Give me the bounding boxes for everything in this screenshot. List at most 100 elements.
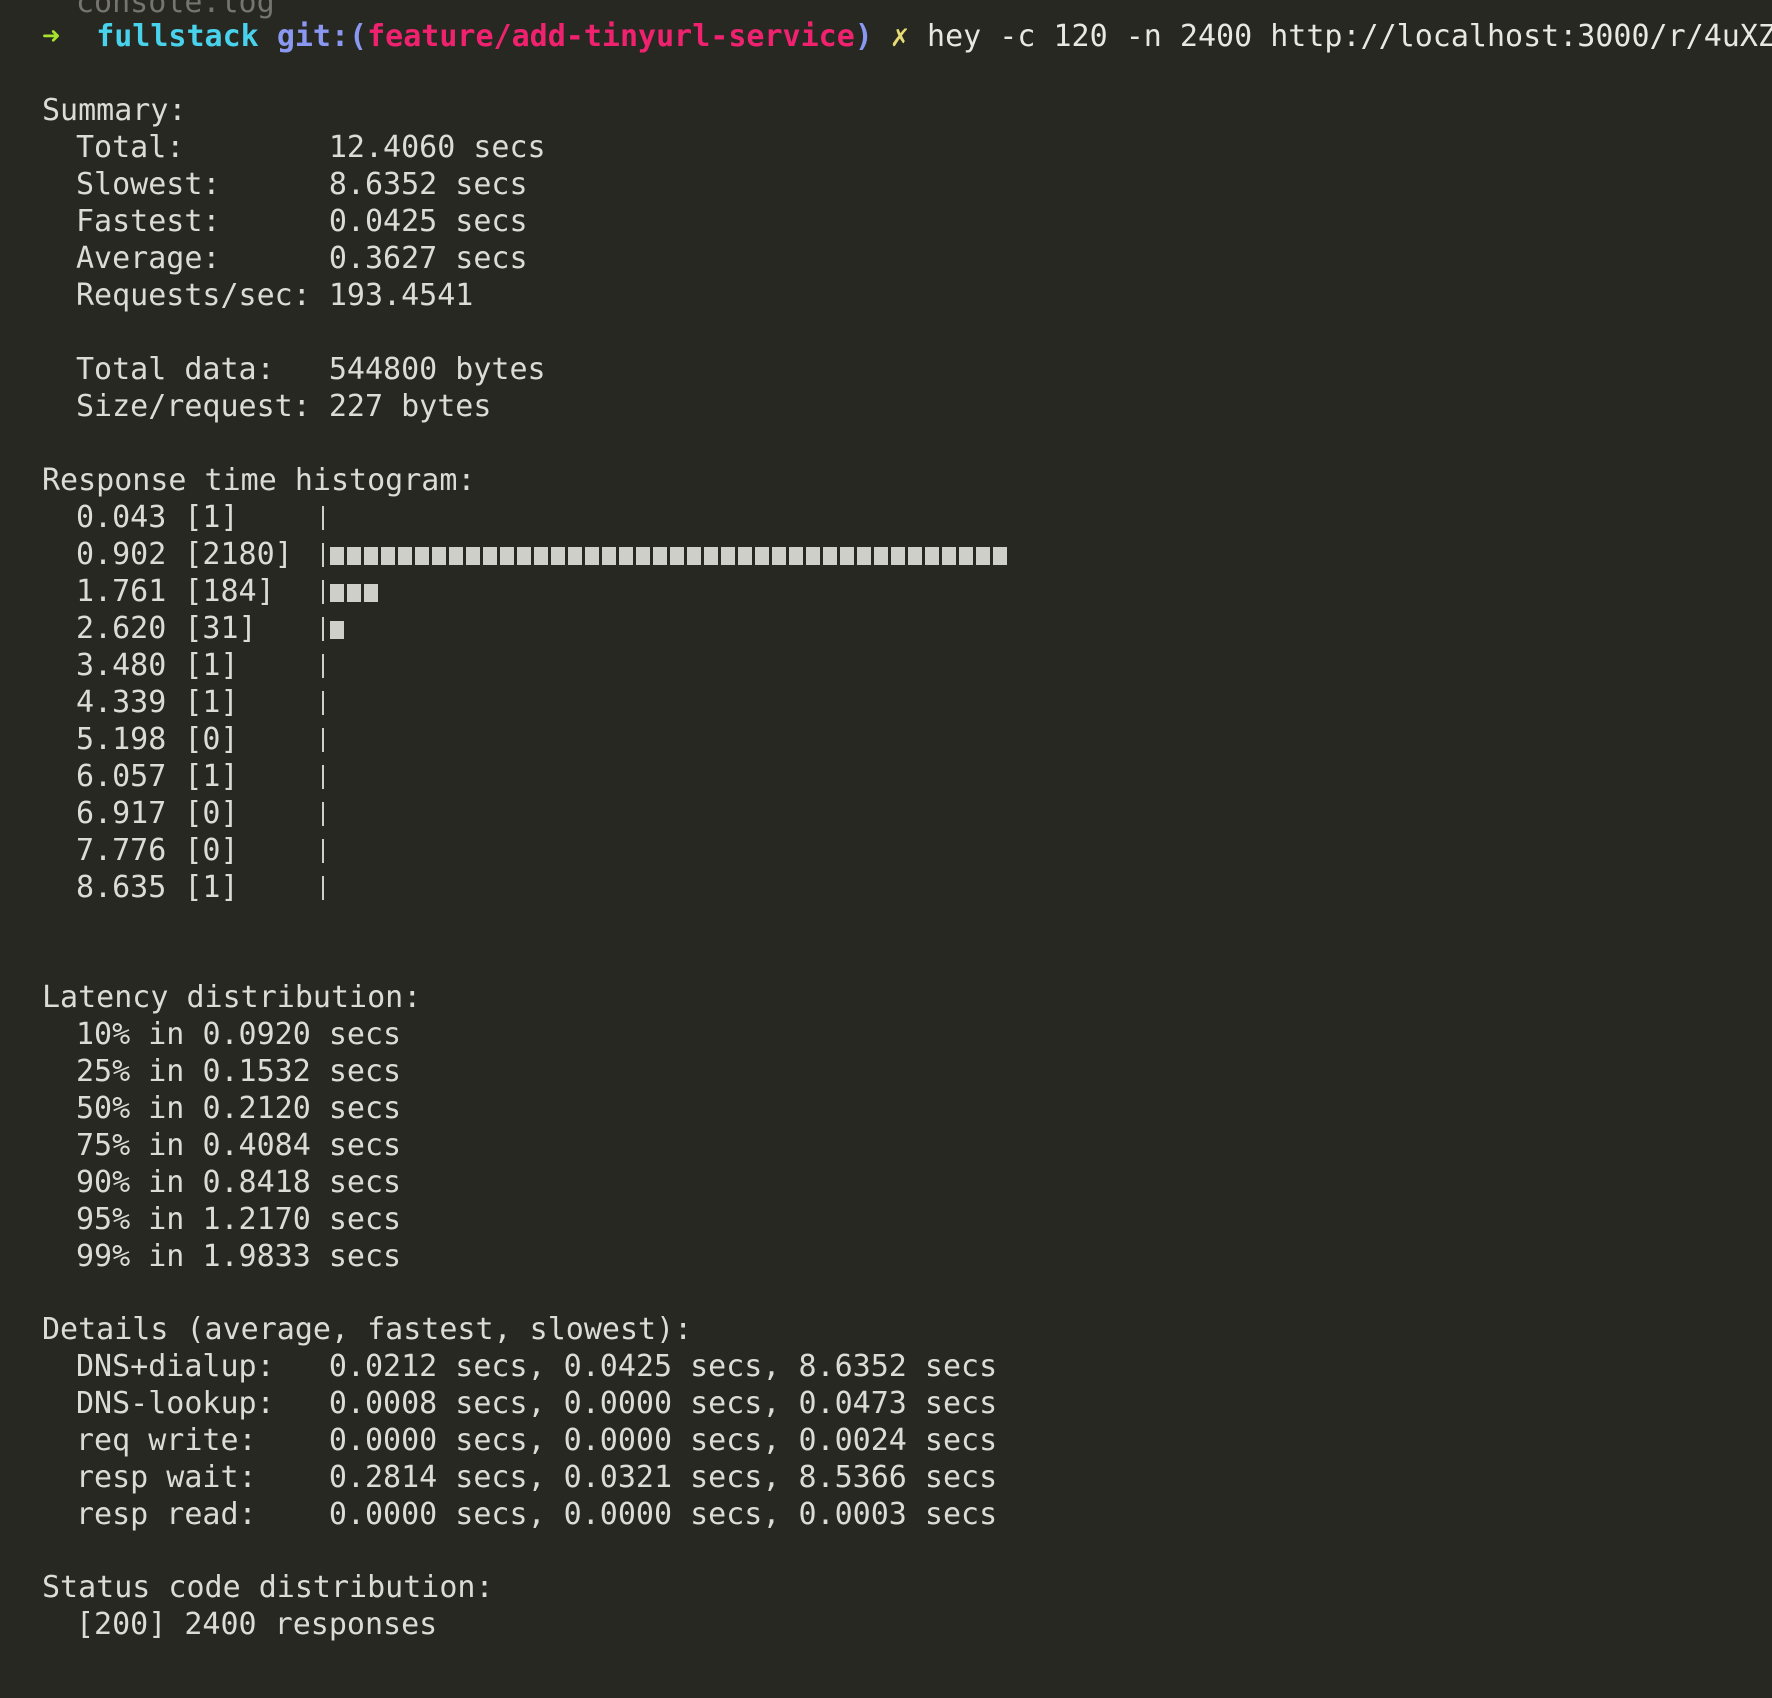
latency-percentile: 25% [76, 1054, 131, 1089]
latency-unit: secs [328, 1202, 402, 1237]
details-heading: Details (average, fastest, slowest): [42, 1312, 693, 1347]
summary-label: Average: [76, 241, 329, 276]
histogram-bar-block [857, 547, 871, 565]
summary-label: Fastest: [76, 204, 329, 239]
histogram-row: 4.339 [1] [0, 684, 1772, 721]
prompt-git-close: ) [854, 19, 873, 54]
histogram-axis-pipe [322, 802, 324, 826]
histogram-bar-block [755, 547, 769, 565]
latency-row: 95% in 1.2170 secs [76, 1201, 401, 1238]
histogram-bar-block [330, 547, 344, 565]
latency-value: 0.2120 [202, 1091, 311, 1126]
details-values: 0.0212 secs, 0.0425 secs, 8.6352 secs [328, 1349, 998, 1384]
histogram-count: [2180] [184, 537, 293, 572]
details-values: 0.0008 secs, 0.0000 secs, 0.0473 secs [328, 1386, 998, 1421]
histogram-axis-pipe [322, 839, 324, 863]
histogram-bar-block [398, 547, 412, 565]
histogram-bar-block [908, 547, 922, 565]
latency-in-word: in [148, 1054, 185, 1089]
summary-label: Total data: [76, 352, 329, 387]
histogram-bucket-label: 0.902 [2180] [76, 536, 293, 573]
summary-row: Average: 0.3627 secs [76, 240, 528, 277]
histogram-bar-block [466, 547, 480, 565]
summary-label: Requests/sec: [76, 278, 329, 313]
latency-unit: secs [328, 1017, 402, 1052]
shell-prompt-line: ➜ fullstack git:(feature/add-tinyurl-ser… [42, 18, 1772, 55]
histogram-row: 2.620 [31] [0, 610, 1772, 647]
summary-row: Requests/sec: 193.4541 [76, 277, 473, 314]
histogram-bar-block [415, 547, 429, 565]
histogram-bucket-label: 1.761 [184] [76, 573, 275, 610]
details-values: 0.2814 secs, 0.0321 secs, 8.5366 secs [328, 1460, 998, 1495]
histogram-bar-block [449, 547, 463, 565]
latency-percentile: 10% [76, 1017, 131, 1052]
latency-percentile: 90% [76, 1165, 131, 1200]
summary-value: 8.6352 secs [328, 167, 528, 202]
latency-row: 75% in 0.4084 secs [76, 1127, 401, 1164]
histogram-bar-block [670, 547, 684, 565]
histogram-bar [330, 547, 1010, 565]
details-label: resp read: [76, 1497, 329, 1532]
histogram-bar-block [330, 621, 344, 639]
histogram-axis-pipe [322, 728, 324, 752]
histogram-axis-pipe [322, 506, 324, 530]
latency-value: 0.4084 [202, 1128, 311, 1163]
histogram-bucket: 0.043 [76, 500, 167, 535]
command-text: hey -c 120 -n 2400 http://localhost:3000… [927, 19, 1772, 54]
details-label: req write: [76, 1423, 329, 1458]
histogram-bar-block [823, 547, 837, 565]
histogram-bar-block [891, 547, 905, 565]
status-code: [200] [76, 1607, 167, 1642]
histogram-bar-block [568, 547, 582, 565]
histogram-row: 8.635 [1] [0, 869, 1772, 906]
histogram-bar-block [704, 547, 718, 565]
details-row: DNS+dialup: 0.0212 secs, 0.0425 secs, 8.… [76, 1348, 997, 1385]
histogram-bar-block [993, 547, 1007, 565]
histogram-count: [184] [184, 574, 275, 609]
histogram-bar-block [687, 547, 701, 565]
summary-label: Size/request: [76, 389, 329, 424]
histogram-count: [1] [184, 870, 239, 905]
latency-unit: secs [328, 1091, 402, 1126]
histogram-axis-pipe [322, 654, 324, 678]
latency-row: 25% in 0.1532 secs [76, 1053, 401, 1090]
histogram-bucket-label: 7.776 [0] [76, 832, 239, 869]
histogram-count: [1] [184, 648, 239, 683]
histogram-bar-block [517, 547, 531, 565]
histogram-row: 6.057 [1] [0, 758, 1772, 795]
histogram-bar-block [551, 547, 565, 565]
histogram-bar-block [840, 547, 854, 565]
latency-value: 0.1532 [202, 1054, 311, 1089]
histogram-bar-block [636, 547, 650, 565]
histogram-bar-block [619, 547, 633, 565]
histogram-bar-block [364, 584, 378, 602]
histogram-bucket-label: 0.043 [1] [76, 499, 239, 536]
latency-heading: Latency distribution: [42, 980, 422, 1015]
summary-data-row: Size/request: 227 bytes [76, 388, 491, 425]
summary-value: 12.4060 secs [328, 130, 546, 165]
details-row: req write: 0.0000 secs, 0.0000 secs, 0.0… [76, 1422, 997, 1459]
latency-unit: secs [328, 1239, 402, 1274]
prompt-git-label: git:( [276, 19, 368, 54]
histogram-count: [1] [184, 759, 239, 794]
histogram-count: [1] [184, 500, 239, 535]
histogram-count: [0] [184, 796, 239, 831]
histogram-row: 1.761 [184] [0, 573, 1772, 610]
summary-value: 227 bytes [328, 389, 492, 424]
terminal-window[interactable]: console.log ➜ fullstack git:(feature/add… [0, 0, 1772, 1698]
histogram-bar-block [347, 547, 361, 565]
details-label: DNS+dialup: [76, 1349, 329, 1384]
histogram-bucket-label: 3.480 [1] [76, 647, 239, 684]
histogram-bar-block [381, 547, 395, 565]
histogram-bar-block [364, 547, 378, 565]
summary-value: 544800 bytes [328, 352, 546, 387]
summary-value: 193.4541 [328, 278, 474, 313]
latency-in-word: in [148, 1165, 185, 1200]
summary-value: 0.0425 secs [328, 204, 528, 239]
summary-label: Slowest: [76, 167, 329, 202]
latency-value: 0.0920 [202, 1017, 311, 1052]
histogram-bar-block [330, 584, 344, 602]
summary-label: Total: [76, 130, 329, 165]
histogram-axis-pipe [322, 876, 324, 900]
histogram-bucket: 7.776 [76, 833, 167, 868]
